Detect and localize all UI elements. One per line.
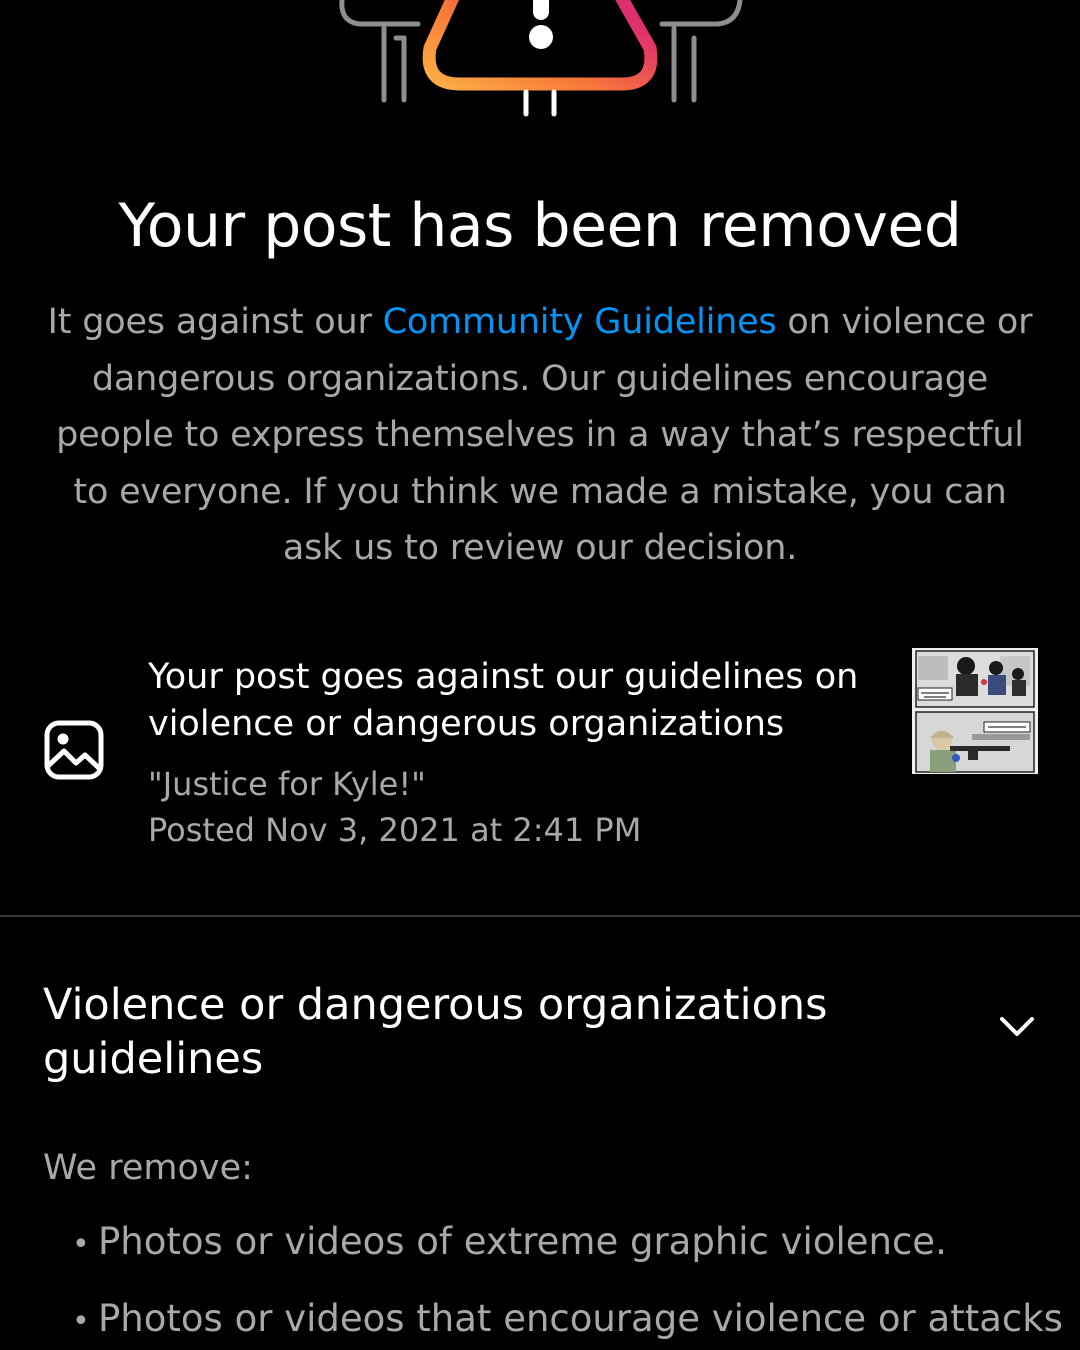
chevron-down-icon[interactable]	[996, 1012, 1038, 1042]
list-item-text: Photos or videos that encourage violence…	[98, 1297, 1063, 1340]
person-left-icon	[339, 0, 421, 103]
guidelines-accordion-header[interactable]: Violence or dangerous organizations guid…	[0, 978, 1080, 1098]
removal-criteria-list: • Photos or videos of extreme graphic vio…	[72, 1218, 1072, 1350]
page-title: Your post has been removed	[118, 191, 962, 261]
warning-illustration	[339, 0, 743, 117]
image-icon	[44, 720, 104, 780]
person-right-icon	[659, 0, 743, 103]
removal-description: It goes against our Community Guidelines…	[40, 294, 1040, 577]
guidelines-title: Violence or dangerous organizations guid…	[43, 980, 828, 1084]
post-timestamp: Posted Nov 3, 2021 at 2:41 PM	[148, 811, 642, 849]
description-prefix: It goes against our	[47, 302, 383, 342]
bullet-icon: •	[72, 1304, 90, 1339]
section-divider	[0, 915, 1080, 917]
post-caption: "Justice for Kyle!"	[148, 765, 426, 803]
list-item: • Photos or videos of extreme graphic vio…	[72, 1218, 1072, 1269]
bullet-icon: •	[72, 1227, 90, 1262]
exclamation-mark	[533, 0, 549, 20]
removed-post-summary: Your post goes against our guidelines on…	[0, 648, 1080, 858]
removed-post-screen: Your post has been removed It goes again…	[0, 0, 1080, 1350]
community-guidelines-link[interactable]: Community Guidelines	[383, 302, 777, 342]
guidelines-intro: We remove:	[43, 1148, 253, 1188]
post-violation-heading: Your post goes against our guidelines on…	[148, 657, 859, 744]
post-thumbnail[interactable]	[912, 648, 1038, 774]
comic-thumbnail-image	[912, 648, 1038, 774]
list-item: • Photos or videos that encourage violenc…	[72, 1295, 1072, 1346]
list-item-text: Photos or videos of extreme graphic viol…	[98, 1220, 947, 1263]
